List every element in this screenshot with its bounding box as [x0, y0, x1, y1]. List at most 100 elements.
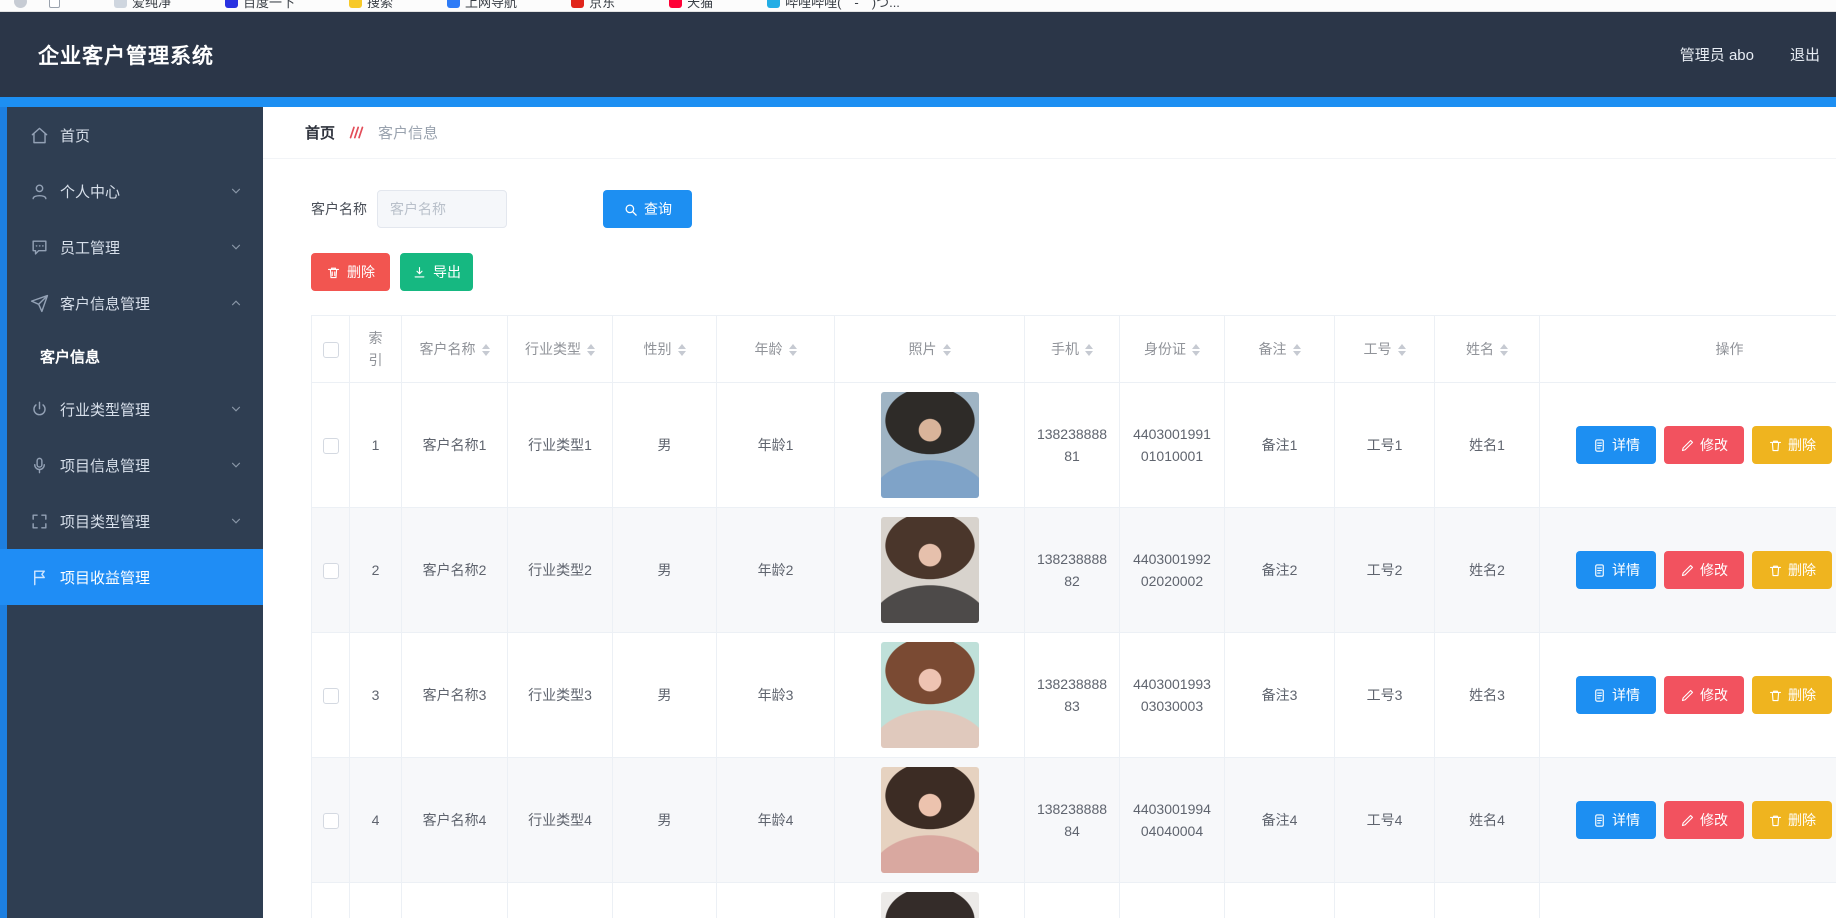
- pencil-icon: [1680, 563, 1695, 578]
- sidebar-item-industry-type-management[interactable]: 行业类型管理: [0, 381, 263, 437]
- bookmark-item[interactable]: 上网导航: [447, 0, 517, 11]
- sidebar-item-project-type-management[interactable]: 项目类型管理: [0, 493, 263, 549]
- trash-icon: [1768, 438, 1783, 453]
- admin-user-label[interactable]: 管理员 abo: [1680, 44, 1754, 65]
- detail-button[interactable]: 详情: [1576, 801, 1656, 839]
- column-header-industry[interactable]: 行业类型: [508, 316, 613, 383]
- home-icon: [30, 126, 49, 145]
- sidebar-item-customer-info-management[interactable]: 客户信息管理: [0, 275, 263, 331]
- row-delete-button[interactable]: 删除: [1752, 801, 1832, 839]
- sort-icon[interactable]: [1398, 344, 1406, 356]
- sort-icon[interactable]: [1293, 344, 1301, 356]
- edit-button[interactable]: 修改: [1664, 676, 1744, 714]
- bookmark-page-icon[interactable]: [49, 0, 60, 8]
- row-checkbox[interactable]: [323, 563, 339, 579]
- bookmark-item[interactable]: 京东: [571, 0, 615, 11]
- sidebar-item-personal-center[interactable]: 个人中心: [0, 163, 263, 219]
- sort-icon[interactable]: [789, 344, 797, 356]
- column-header-age[interactable]: 年龄: [717, 316, 835, 383]
- sidebar-item-employee-management[interactable]: 员工管理: [0, 219, 263, 275]
- cell-age: 年龄2: [717, 508, 835, 633]
- column-header-name[interactable]: 客户名称: [402, 316, 508, 383]
- cell-phone: 13823888881: [1025, 383, 1120, 508]
- cell-actions: 详情修改删除: [1540, 883, 1836, 918]
- cell-remark: 备注4: [1225, 758, 1335, 883]
- sort-icon[interactable]: [1085, 344, 1093, 356]
- column-header-photo[interactable]: 照片: [835, 316, 1025, 383]
- detail-button[interactable]: 详情: [1576, 676, 1656, 714]
- sort-icon[interactable]: [587, 344, 595, 356]
- bookmark-item[interactable]: 哔哩哔哩(゜-゜)つ...: [767, 0, 900, 11]
- customer-name-input[interactable]: [377, 190, 507, 228]
- doc-icon: [1592, 813, 1607, 828]
- sidebar-item-project-info-management[interactable]: 项目信息管理: [0, 437, 263, 493]
- bookmark-item[interactable]: 爱纯净: [114, 0, 171, 11]
- detail-button[interactable]: 详情: [1576, 551, 1656, 589]
- search-button[interactable]: 查询: [603, 190, 692, 228]
- breadcrumb-home[interactable]: 首页: [305, 122, 335, 143]
- logout-link[interactable]: 退出: [1790, 44, 1820, 65]
- doc-icon: [1592, 688, 1607, 703]
- column-header-idcard[interactable]: 身份证: [1120, 316, 1225, 383]
- browser-home-icon[interactable]: [14, 0, 27, 8]
- trash-icon: [1768, 688, 1783, 703]
- cell-photo: [835, 383, 1025, 508]
- row-delete-button[interactable]: 删除: [1752, 426, 1832, 464]
- row-checkbox[interactable]: [323, 813, 339, 829]
- sort-icon[interactable]: [482, 344, 490, 356]
- sidebar-item-label: 客户信息管理: [60, 293, 150, 314]
- detail-button[interactable]: 详情: [1576, 426, 1656, 464]
- edit-button[interactable]: 修改: [1664, 801, 1744, 839]
- cell-industry: 行业类型1: [508, 383, 613, 508]
- sort-icon[interactable]: [1192, 344, 1200, 356]
- bookmark-item[interactable]: 天猫: [669, 0, 713, 11]
- column-header-remark[interactable]: 备注: [1225, 316, 1335, 383]
- bookmark-favicon: [114, 0, 127, 8]
- export-button[interactable]: 导出: [400, 253, 473, 291]
- sort-icon[interactable]: [943, 344, 951, 356]
- cell-job_no: 工号1: [1335, 383, 1435, 508]
- sort-icon[interactable]: [678, 344, 686, 356]
- select-all-checkbox[interactable]: [323, 342, 339, 358]
- chevron-down-icon: [229, 240, 243, 254]
- row-checkbox[interactable]: [323, 688, 339, 704]
- delete-button[interactable]: 删除: [311, 253, 390, 291]
- sidebar-item-label: 项目收益管理: [60, 567, 150, 588]
- cell-gender: [613, 883, 717, 918]
- bookmark-item[interactable]: 百度一下: [225, 0, 295, 11]
- customer-photo: [881, 517, 979, 623]
- sidebar-item-label: 客户信息: [40, 346, 100, 367]
- bookmark-item[interactable]: 搜索: [349, 0, 393, 11]
- sidebar-item-home-page[interactable]: 首页: [0, 107, 263, 163]
- user-icon: [30, 182, 49, 201]
- bookmark-favicon: [225, 0, 238, 8]
- row-delete-button[interactable]: 删除: [1752, 551, 1832, 589]
- sidebar-item-project-revenue-management[interactable]: 项目收益管理: [0, 549, 263, 605]
- column-header-person[interactable]: 姓名: [1435, 316, 1540, 383]
- cell-age: 年龄1: [717, 383, 835, 508]
- sidebar-item-customer-info[interactable]: 客户信息: [0, 331, 263, 381]
- row-delete-button[interactable]: 删除: [1752, 676, 1832, 714]
- cell-index: [350, 883, 402, 918]
- cell-index: 2: [350, 508, 402, 633]
- edit-button[interactable]: 修改: [1664, 426, 1744, 464]
- cell-person: [1435, 883, 1540, 918]
- cell-job_no: [1335, 883, 1435, 918]
- chevron-down-icon: [229, 184, 243, 198]
- cell-person: 姓名3: [1435, 633, 1540, 758]
- frame-icon: [30, 512, 49, 531]
- row-checkbox[interactable]: [323, 438, 339, 454]
- app-header: 企业客户管理系统 管理员 abo 退出: [0, 12, 1836, 97]
- customer-table: 索引客户名称行业类型性别年龄照片手机身份证备注工号姓名操作1客户名称1行业类型1…: [311, 315, 1836, 918]
- bookmark-favicon: [447, 0, 460, 8]
- cell-index: 4: [350, 758, 402, 883]
- column-header-gender[interactable]: 性别: [613, 316, 717, 383]
- cell-cb: [312, 383, 350, 508]
- trash-icon: [1768, 813, 1783, 828]
- column-header-phone[interactable]: 手机: [1025, 316, 1120, 383]
- cell-name: 客户名称2: [402, 508, 508, 633]
- sort-icon[interactable]: [1500, 344, 1508, 356]
- column-header-job_no[interactable]: 工号: [1335, 316, 1435, 383]
- edit-button[interactable]: 修改: [1664, 551, 1744, 589]
- customer-name-label: 客户名称: [311, 199, 367, 219]
